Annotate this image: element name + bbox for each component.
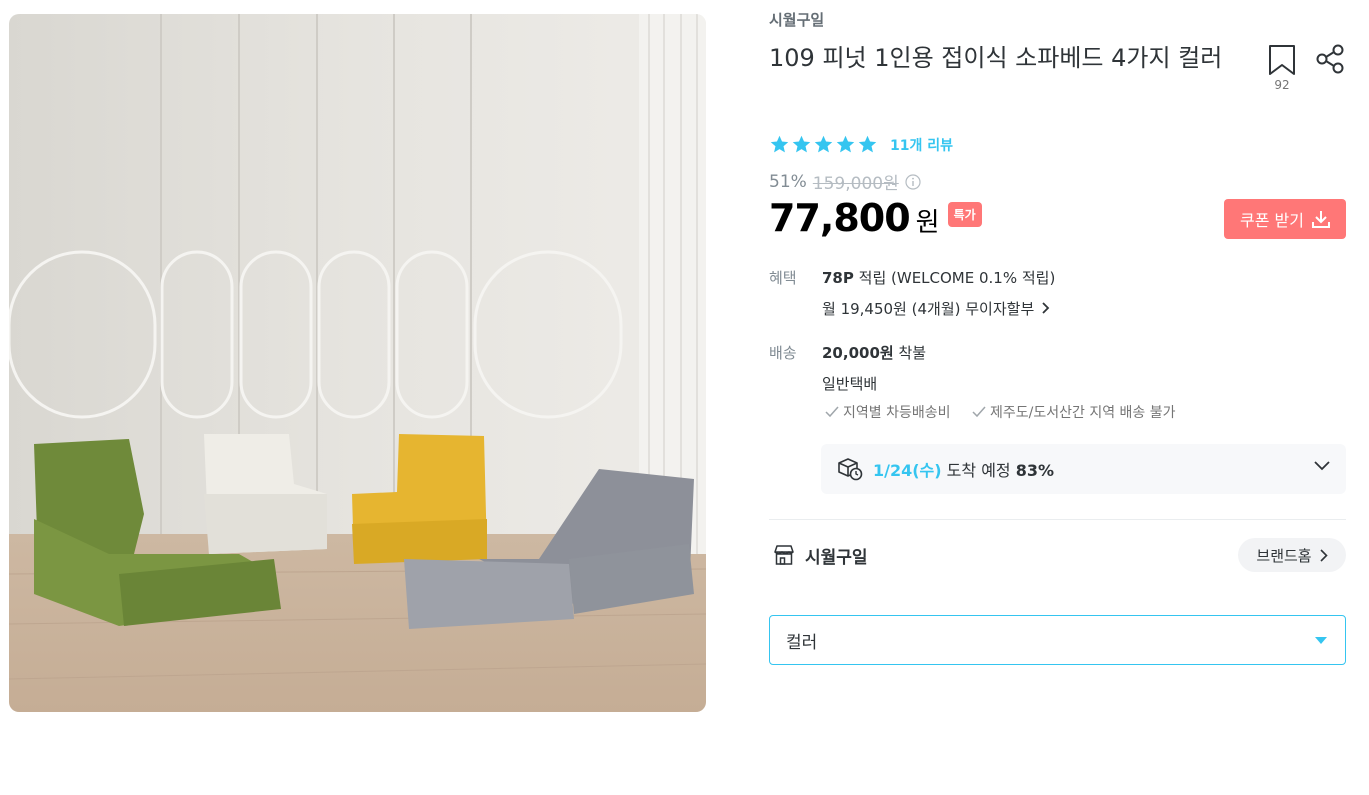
bookmark-button[interactable]: 92	[1264, 44, 1300, 94]
sale-price: 77,800	[769, 196, 911, 240]
check-icon	[825, 406, 839, 418]
caret-down-icon	[1315, 637, 1327, 644]
product-image	[9, 14, 706, 712]
discount-row: 51% 159,000원	[769, 169, 921, 194]
chevron-right-icon	[1320, 548, 1328, 562]
coupon-button[interactable]: 쿠폰 받기	[1224, 199, 1346, 239]
divider	[769, 519, 1346, 520]
installment-link[interactable]: 월 19,450원 (4개월) 무이자할부	[822, 298, 1051, 319]
download-icon	[1311, 211, 1330, 228]
bookmark-count: 92	[1274, 78, 1290, 92]
shipping-method: 일반택배	[822, 375, 878, 393]
coupon-label: 쿠폰 받기	[1240, 211, 1304, 230]
chevron-down-icon	[1314, 461, 1330, 471]
special-badge: 특가	[947, 201, 982, 227]
delivery-box-icon	[838, 458, 863, 481]
star-icon	[814, 135, 833, 153]
star-rating	[769, 134, 878, 155]
check-icon	[972, 406, 986, 418]
star-icon	[858, 135, 877, 153]
eta-text: 도착 예정	[941, 461, 1016, 480]
points-value: 78P	[822, 269, 854, 287]
brand-name[interactable]: 시월구일	[769, 9, 824, 30]
share-button[interactable]	[1314, 43, 1348, 77]
eta-date: 1/24(수)	[873, 461, 942, 480]
shipping-note: 제주도/도서산간 지역 배송 불가	[972, 402, 1176, 422]
rating: 11개 리뷰	[769, 134, 953, 155]
benefit-label: 혜택	[769, 269, 797, 287]
info-icon[interactable]	[905, 173, 921, 190]
points-text: 적립 (WELCOME 0.1% 적립)	[853, 269, 1056, 287]
chevron-right-icon	[1042, 302, 1050, 314]
price-unit: 원	[915, 208, 940, 238]
shipping-note-text: 지역별 차등배송비	[843, 405, 951, 421]
bookmark-icon	[1269, 45, 1295, 75]
shipping-fee: 20,000원 착불	[822, 342, 926, 363]
brand-home-label: 브랜드홈	[1256, 546, 1312, 565]
star-icon	[792, 135, 811, 153]
product-title: 109 피넛 1인용 접이식 소파베드 4가지 컬러	[769, 44, 1223, 72]
shipping-fee-value: 20,000원	[822, 344, 894, 362]
brand-home-button[interactable]: 브랜드홈	[1238, 538, 1346, 572]
star-icon	[836, 135, 855, 153]
delivery-eta: 1/24(수) 도착 예정 83%	[873, 457, 1054, 481]
share-icon	[1316, 44, 1344, 74]
brand-row: 시월구일 브랜드홈	[769, 538, 1346, 572]
review-count-link[interactable]: 11개 리뷰	[890, 135, 953, 155]
benefit-points: 78P 적립 (WELCOME 0.1% 적립)	[822, 267, 1055, 288]
original-price: 159,000원	[812, 174, 899, 194]
price-row: 77,800 원 특가	[769, 196, 982, 240]
shipping-note: 지역별 차등배송비	[825, 402, 951, 422]
shipping-note-text: 제주도/도서산간 지역 배송 불가	[990, 405, 1176, 421]
star-icon	[770, 135, 789, 153]
discount-rate: 51%	[769, 171, 807, 192]
shipping-fee-suffix: 착불	[893, 344, 927, 362]
store-icon	[774, 545, 794, 565]
eta-percent: 83%	[1015, 461, 1055, 480]
installment-text: 월 19,450원 (4개월) 무이자할부	[822, 300, 1035, 318]
brand-row-name[interactable]: 시월구일	[805, 543, 868, 568]
color-option-select[interactable]: 컬러	[769, 615, 1346, 665]
shipping-label: 배송	[769, 344, 797, 362]
option-placeholder: 컬러	[786, 632, 818, 653]
delivery-eta-box[interactable]: 1/24(수) 도착 예정 83%	[821, 444, 1346, 494]
